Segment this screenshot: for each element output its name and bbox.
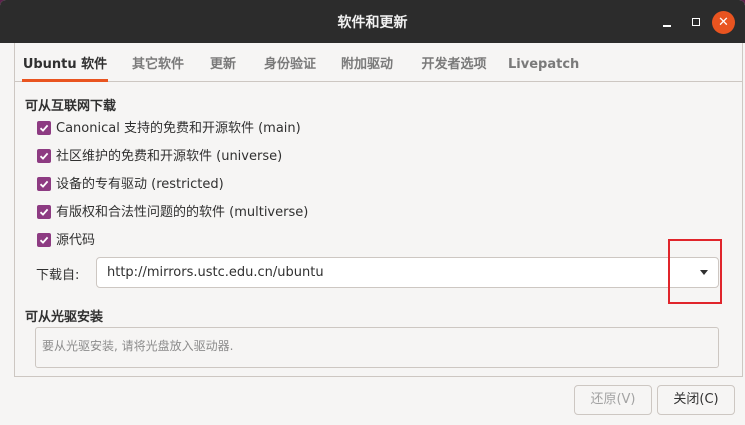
tab-developer-options[interactable]: 开发者选项 bbox=[416, 51, 492, 79]
cdrom-section-heading: 可从光驱安装 bbox=[25, 310, 104, 325]
checkbox-label: 源代码 bbox=[56, 233, 96, 248]
tab-other-software[interactable]: 其它软件 bbox=[126, 51, 190, 79]
minimize-icon bbox=[663, 25, 671, 27]
checkbox-label: 社区维护的免费和开源软件 (universe) bbox=[56, 149, 283, 164]
tab-ubuntu-software[interactable]: Ubuntu 软件 bbox=[22, 51, 108, 82]
close-icon: ✕ bbox=[718, 15, 729, 30]
revert-button[interactable]: 还原(V) bbox=[574, 385, 652, 415]
close-window-button[interactable]: ✕ bbox=[712, 11, 735, 34]
download-server-value: http://mirrors.ustc.edu.cn/ubuntu bbox=[107, 265, 324, 280]
tab-authentication[interactable]: 身份验证 bbox=[260, 51, 320, 79]
checkbox-label: 有版权和合法性问题的的软件 (multiverse) bbox=[56, 205, 309, 220]
checkbox-checked-icon bbox=[37, 233, 51, 247]
checkbox-label: Canonical 支持的免费和开源软件 (main) bbox=[56, 121, 301, 136]
minimize-button[interactable] bbox=[657, 12, 677, 32]
cdrom-placeholder-text: 要从光驱安装, 请将光盘放入驱动器. bbox=[42, 339, 234, 353]
annotation-highlight-box bbox=[668, 239, 722, 304]
tab-bar: Ubuntu 软件 其它软件 更新 身份验证 附加驱动 开发者选项 Livepa… bbox=[14, 51, 743, 82]
tab-updates[interactable]: 更新 bbox=[206, 51, 240, 79]
internet-section-heading: 可从互联网下载 bbox=[25, 99, 117, 114]
download-from-label: 下载自: bbox=[36, 268, 80, 283]
checkbox-label: 设备的专有驱动 (restricted) bbox=[56, 177, 224, 192]
maximize-button[interactable] bbox=[686, 12, 706, 32]
title-bar[interactable]: 软件和更新 ✕ bbox=[0, 0, 745, 43]
tab-livepatch[interactable]: Livepatch bbox=[508, 51, 579, 79]
checkbox-checked-icon bbox=[37, 121, 51, 135]
maximize-icon bbox=[692, 18, 700, 26]
download-server-dropdown[interactable]: http://mirrors.ustc.edu.cn/ubuntu bbox=[96, 257, 719, 288]
checkbox-checked-icon bbox=[37, 205, 51, 219]
software-updates-window: 软件和更新 ✕ Ubuntu 软件 其它软件 更新 身份验证 附加驱动 开发者选… bbox=[0, 0, 745, 425]
checkbox-checked-icon bbox=[37, 149, 51, 163]
tab-additional-drivers[interactable]: 附加驱动 bbox=[337, 51, 397, 79]
cdrom-source-box: 要从光驱安装, 请将光盘放入驱动器. bbox=[35, 327, 719, 368]
window-title: 软件和更新 bbox=[337, 15, 408, 31]
close-button[interactable]: 关闭(C) bbox=[657, 385, 735, 415]
checkbox-checked-icon bbox=[37, 177, 51, 191]
